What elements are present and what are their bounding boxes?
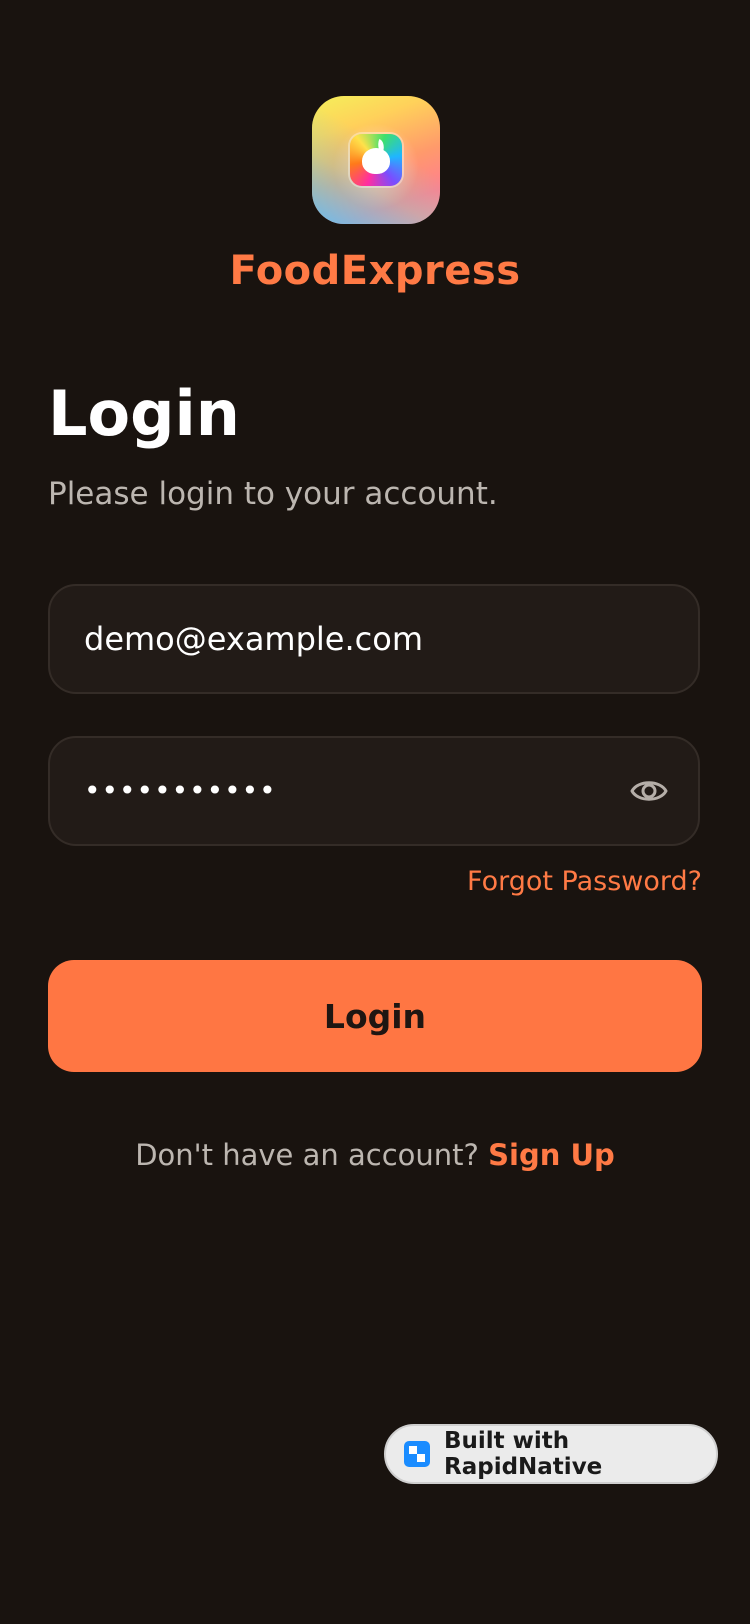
forgot-password-link[interactable]: Forgot Password? — [467, 866, 702, 897]
badge-label: Built with RapidNative — [444, 1428, 603, 1480]
page-subtitle: Please login to your account. — [48, 476, 498, 512]
app-name: FoodExpress — [229, 248, 521, 294]
rapidnative-icon — [404, 1441, 430, 1467]
signup-link[interactable]: Sign Up — [488, 1138, 615, 1172]
app-logo — [312, 96, 440, 224]
password-value[interactable]: ••••••••••• — [84, 738, 277, 844]
email-value[interactable]: demo@example.com — [84, 586, 423, 692]
signup-prompt: Don't have an account? — [135, 1138, 479, 1172]
fruit-app-icon — [350, 134, 402, 186]
signup-row: Don't have an account? Sign Up — [0, 1138, 750, 1172]
login-button[interactable]: Login — [48, 960, 702, 1072]
page-title: Login — [48, 377, 240, 450]
password-field[interactable]: ••••••••••• — [48, 736, 700, 846]
eye-icon[interactable] — [630, 774, 668, 808]
email-field[interactable]: demo@example.com — [48, 584, 700, 694]
built-with-badge[interactable]: Built with RapidNative — [384, 1424, 718, 1484]
